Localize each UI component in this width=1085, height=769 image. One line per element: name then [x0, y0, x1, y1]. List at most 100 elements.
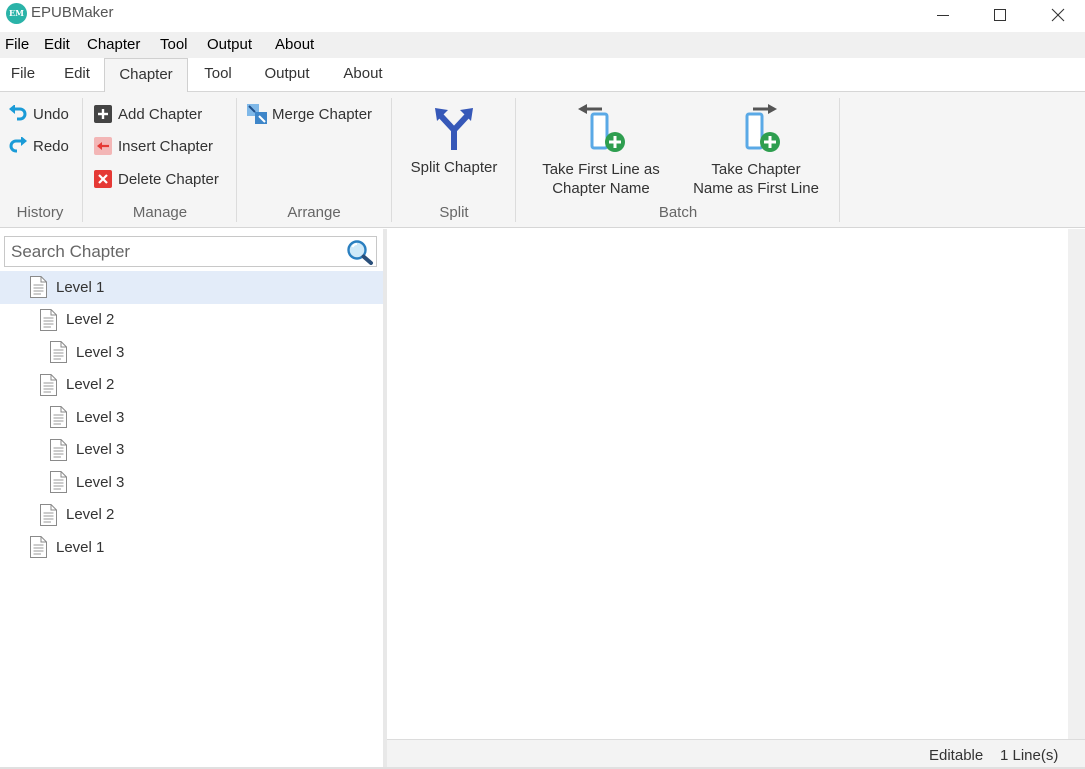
group-divider: [236, 98, 237, 222]
tree-item[interactable]: Level 1: [0, 531, 383, 564]
merge-icon: [247, 104, 267, 124]
tree-item[interactable]: Level 2: [0, 369, 383, 402]
undo-icon: [8, 104, 28, 124]
add-icon: [93, 104, 113, 124]
document-icon: [50, 406, 67, 429]
undo-button[interactable]: Undo: [8, 104, 69, 124]
merge-chapter-button[interactable]: Merge Chapter: [247, 104, 372, 124]
undo-label: Undo: [33, 105, 69, 123]
document-icon: [50, 438, 67, 461]
name-to-first-line-icon: [745, 104, 780, 152]
redo-label: Redo: [33, 137, 69, 155]
maximize-icon: [994, 9, 1006, 21]
document-icon: [50, 471, 67, 494]
split-icon: [435, 108, 473, 150]
group-divider: [82, 98, 83, 222]
close-button[interactable]: [1030, 0, 1085, 30]
group-label-manage: Manage: [132, 204, 188, 221]
editor-scrollbar[interactable]: [1068, 229, 1085, 739]
minimize-button[interactable]: [915, 0, 971, 30]
minimize-icon: [937, 15, 949, 16]
document-icon: [40, 503, 57, 526]
menu-bar: File Edit Chapter Tool Output About: [0, 32, 1085, 58]
group-label-batch: Batch: [658, 204, 698, 221]
document-icon: [30, 536, 47, 559]
chapter-tree: Level 1 Level 2 Level 3 Level 2 Level 3 Level…: [0, 271, 383, 564]
tab-output[interactable]: Output: [248, 58, 326, 92]
tree-item[interactable]: Level 2: [0, 304, 383, 337]
split-chapter-button[interactable]: Split Chapter: [400, 106, 508, 177]
delete-icon: [93, 169, 113, 189]
merge-chapter-label: Merge Chapter: [272, 105, 373, 123]
tree-item-label: Level 3: [76, 408, 125, 426]
tree-item-label: Level 2: [66, 311, 115, 329]
group-divider: [391, 98, 392, 222]
tab-file[interactable]: File: [0, 58, 46, 92]
close-icon: [1051, 8, 1065, 22]
document-icon: [30, 276, 47, 299]
chapter-panel: Level 1 Level 2 Level 3 Level 2 Level 3 Level…: [0, 229, 383, 769]
add-chapter-button[interactable]: Add Chapter: [93, 104, 202, 124]
tree-item[interactable]: Level 3: [0, 466, 383, 499]
tab-chapter[interactable]: Chapter: [104, 58, 188, 93]
insert-icon: [93, 136, 113, 156]
tree-item-label: Level 1: [56, 538, 105, 556]
tree-item-label: Level 2: [66, 506, 115, 524]
tree-item[interactable]: Level 3: [0, 401, 383, 434]
tree-item[interactable]: Level 1: [0, 271, 383, 304]
menu-chapter[interactable]: Chapter: [87, 36, 140, 53]
group-divider: [839, 98, 840, 222]
tree-item-label: Level 2: [66, 376, 115, 394]
group-label-split: Split: [439, 204, 469, 221]
status-mode: Editable: [929, 747, 984, 764]
search-box: [4, 236, 377, 267]
delete-chapter-label: Delete Chapter: [118, 170, 219, 188]
tab-about[interactable]: About: [328, 58, 398, 92]
split-chapter-label: Split Chapter: [410, 159, 498, 176]
take-first-line-label-2: Chapter Name: [552, 180, 650, 197]
take-chapter-name-label-2: Name as First Line: [693, 180, 819, 197]
menu-edit[interactable]: Edit: [44, 36, 70, 53]
search-icon[interactable]: [346, 239, 374, 265]
menu-about[interactable]: About: [275, 36, 314, 53]
search-input[interactable]: [5, 237, 340, 266]
chapter-editor[interactable]: [387, 229, 1068, 739]
group-label-arrange: Arrange: [287, 204, 341, 221]
insert-chapter-label: Insert Chapter: [118, 137, 214, 155]
ribbon-tab-bar: File Edit Chapter Tool Output About: [0, 58, 1085, 93]
tree-item[interactable]: Level 2: [0, 499, 383, 532]
tree-item[interactable]: Level 3: [0, 336, 383, 369]
menu-file[interactable]: File: [5, 36, 29, 53]
title-bar: EM EPUBMaker: [0, 0, 1085, 32]
redo-icon: [8, 136, 28, 156]
menu-tool[interactable]: Tool: [160, 36, 188, 53]
first-line-to-name-icon: [578, 104, 625, 152]
redo-button[interactable]: Redo: [8, 136, 69, 156]
document-icon: [40, 308, 57, 331]
insert-chapter-button[interactable]: Insert Chapter: [93, 136, 213, 156]
status-bar: Editable 1 Line(s): [387, 739, 1085, 769]
menu-output[interactable]: Output: [207, 36, 252, 53]
tree-item-label: Level 1: [56, 278, 105, 296]
tab-edit[interactable]: Edit: [50, 58, 104, 92]
tree-item-label: Level 3: [76, 343, 125, 361]
delete-chapter-button[interactable]: Delete Chapter: [93, 169, 219, 189]
tab-tool[interactable]: Tool: [190, 58, 246, 92]
group-label-history: History: [16, 204, 64, 221]
tree-item-label: Level 3: [76, 441, 125, 459]
maximize-button[interactable]: [972, 0, 1028, 30]
document-icon: [50, 341, 67, 364]
add-chapter-label: Add Chapter: [118, 105, 203, 123]
app-logo-icon: EM: [6, 3, 27, 24]
tree-item[interactable]: Level 3: [0, 434, 383, 467]
take-chapter-name-label-1: Take Chapter: [711, 161, 801, 178]
take-first-line-button[interactable]: Take First Line as Chapter Name: [527, 104, 675, 198]
tree-item-label: Level 3: [76, 473, 125, 491]
app-title: EPUBMaker: [31, 4, 114, 21]
take-first-line-label-1: Take First Line as: [542, 161, 660, 178]
take-chapter-name-button[interactable]: Take Chapter Name as First Line: [682, 104, 830, 198]
document-icon: [40, 373, 57, 396]
group-divider: [515, 98, 516, 222]
ribbon-panel: Undo Redo History Add Chapter Insert Cha…: [0, 92, 1085, 228]
status-line-count: 1 Line(s): [1000, 747, 1059, 764]
